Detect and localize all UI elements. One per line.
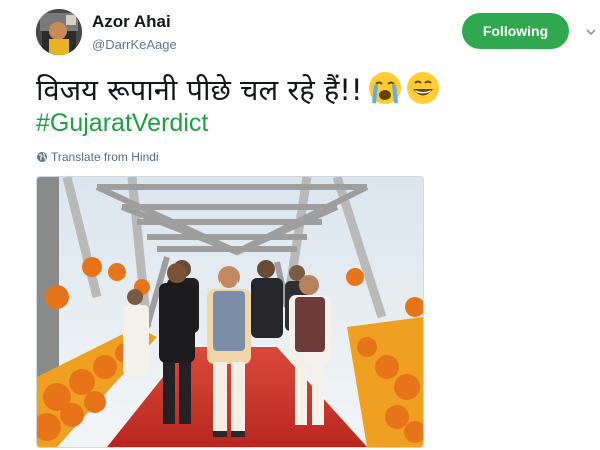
tweet-photo[interactable] xyxy=(36,176,424,448)
translate-label: Translate from Hindi xyxy=(51,150,159,164)
globe-icon xyxy=(37,152,47,162)
chevron-down-icon[interactable] xyxy=(585,25,597,37)
following-button[interactable]: Following xyxy=(462,13,569,49)
user-handle[interactable]: @DarrKeAage xyxy=(92,37,177,52)
loudly-crying-face-emoji xyxy=(367,70,403,106)
hashtag-link[interactable]: #GujaratVerdict xyxy=(36,109,208,138)
display-name[interactable]: Azor Ahai xyxy=(92,12,171,32)
grinning-face-emoji xyxy=(405,70,441,106)
tweet-text: विजय रूपानी पीछे चल रहे हैं!! xyxy=(36,73,363,107)
avatar[interactable] xyxy=(36,9,82,55)
translate-link[interactable]: Translate from Hindi xyxy=(36,150,159,164)
